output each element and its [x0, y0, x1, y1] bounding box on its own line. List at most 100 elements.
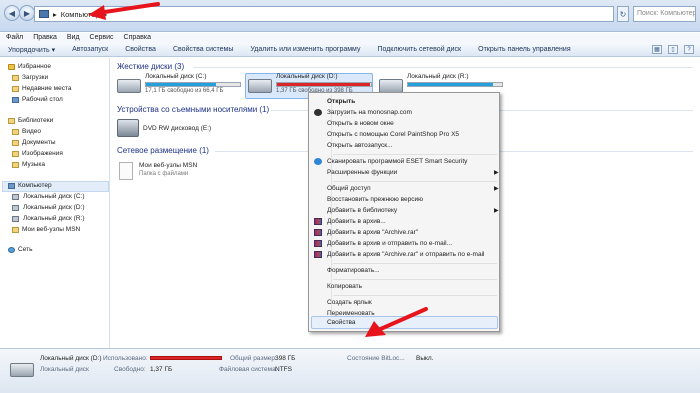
address-chevron-icon[interactable]: ▸	[104, 10, 108, 19]
sidebar-item-documents[interactable]: Документы	[12, 139, 56, 146]
address-location[interactable]: Компьютер	[61, 10, 100, 19]
sidebar-item-downloads[interactable]: Загрузки	[12, 74, 48, 81]
network-folder-type: Папка с файлами	[139, 171, 189, 177]
dvd-drive-item[interactable]: DVD RW дисковод (E:)	[117, 119, 211, 137]
menu-item-extended[interactable]: Расширенные функции ▶	[327, 169, 499, 176]
organize-button[interactable]: Упорядочить ▾	[8, 46, 55, 54]
sidebar-item-label: Библиотеки	[18, 117, 54, 124]
sidebar-item-libraries[interactable]: Библиотеки	[8, 117, 53, 124]
forward-arrow-icon: ▶	[23, 8, 31, 18]
menu-item-shortcut[interactable]: Создать ярлык	[327, 299, 372, 306]
menu-item-properties[interactable]: Свойства	[327, 319, 356, 326]
group-network[interactable]: Сетевое размещение (1)	[117, 146, 209, 155]
sidebar-item-network[interactable]: Сеть	[8, 246, 32, 253]
sidebar-item-label: Компьютер	[18, 182, 52, 189]
back-arrow-icon: ◀	[8, 8, 16, 18]
web-folder-icon	[12, 226, 19, 233]
menu-item-eset-scan[interactable]: Сканировать программой ESET Smart Securi…	[327, 158, 467, 165]
group-hard-disks[interactable]: Жесткие диски (3)	[117, 62, 184, 71]
details-fs-label: Файловая система:	[219, 366, 278, 373]
sidebar-item-music[interactable]: Музыка	[12, 161, 45, 168]
menu-item-open-autoplay[interactable]: Открыть автозапуск...	[327, 142, 393, 149]
sidebar-item-computer[interactable]: Компьютер	[8, 182, 52, 189]
drive-icon	[12, 215, 19, 222]
search-input[interactable]: Поиск: Компьютер	[633, 6, 696, 22]
view-controls: ▦ ▯ ?	[652, 45, 694, 54]
sidebar-item-label: Локальный диск (C:)	[23, 193, 85, 200]
menu-tools[interactable]: Сервис	[90, 33, 114, 43]
refresh-button[interactable]: ↻	[617, 6, 629, 22]
sidebar-item-label: Недавние места	[22, 85, 72, 92]
map-drive-button[interactable]: Подключить сетевой диск	[377, 46, 461, 53]
forward-button[interactable]: ▶	[19, 5, 35, 21]
command-bar: Упорядочить ▾ Автозапуск Свойства Свойст…	[0, 43, 700, 57]
sidebar-item-images[interactable]: Изображения	[12, 150, 63, 157]
video-icon	[12, 128, 19, 135]
system-properties-button[interactable]: Свойства системы	[173, 46, 233, 53]
menu-item-format[interactable]: Форматировать...	[327, 267, 380, 274]
uninstall-button[interactable]: Удалить или изменить программу	[250, 46, 360, 53]
network-folder-item[interactable]: Мои веб-узлы MSN Папка с файлами	[119, 162, 197, 180]
star-icon	[8, 63, 15, 70]
details-bitlocker-label: Состояние BitLoc...	[347, 355, 405, 362]
sidebar-item-disk-r[interactable]: Локальный диск (R:)	[12, 215, 85, 222]
sidebar-item-label: Изображения	[22, 150, 63, 157]
menu-item-open-corel[interactable]: Открыть с помощью Corel PaintShop Pro X5	[327, 131, 459, 138]
help-button[interactable]: ?	[684, 45, 694, 54]
drive-icon	[12, 193, 19, 200]
sidebar-item-disk-d[interactable]: Локальный диск (D:)	[12, 204, 85, 211]
menu-help[interactable]: Справка	[124, 33, 151, 43]
menu-item-restore[interactable]: Восстановить прежнюю версию	[327, 196, 423, 203]
menu-item-label: Общий доступ	[327, 185, 371, 192]
title-bar: ◀ ▶ ▸ Компьютер ▸ ↻ Поиск: Компьютер	[0, 0, 700, 32]
menu-bar: Файл Правка Вид Сервис Справка	[0, 33, 700, 43]
properties-button[interactable]: Свойства	[125, 46, 156, 53]
preview-pane-button[interactable]: ▯	[668, 45, 678, 54]
sidebar-item-favorites[interactable]: Избранное	[8, 63, 51, 70]
menu-item-share[interactable]: Общий доступ ▶	[327, 185, 499, 192]
menu-item-open[interactable]: Открыть	[327, 98, 355, 105]
view-icon: ▦	[654, 47, 660, 53]
group-removable[interactable]: Устройства со съемными носителями (1)	[117, 105, 269, 114]
sidebar-item-recent[interactable]: Недавние места	[12, 85, 72, 92]
autoplay-button[interactable]: Автозапуск	[72, 46, 108, 53]
sidebar-item-label: Видео	[22, 128, 41, 135]
winrar-icon	[314, 218, 322, 225]
menu-separator	[333, 154, 497, 155]
drive-item-d[interactable]: Локальный диск (D:) 1,37 ГБ свободно из …	[248, 73, 372, 94]
control-panel-button[interactable]: Открыть панель управления	[478, 46, 571, 53]
recent-places-icon	[12, 85, 19, 92]
menu-item-add-library[interactable]: Добавить в библиотеку ▶	[327, 207, 499, 214]
sidebar-item-msn[interactable]: Мои веб-узлы MSN	[12, 226, 80, 233]
sidebar-item-video[interactable]: Видео	[12, 128, 41, 135]
monosnap-icon	[314, 109, 322, 116]
drive-usage-bar	[145, 82, 241, 87]
drive-item-r[interactable]: Локальный диск (R:)	[379, 73, 503, 93]
sidebar-item-disk-c[interactable]: Локальный диск (C:)	[12, 193, 85, 200]
hard-drive-icon	[10, 363, 34, 377]
menu-item-copy[interactable]: Копировать	[327, 283, 362, 290]
sidebar-item-desktop[interactable]: Рабочий стол	[12, 96, 63, 103]
menu-item-add-archive-rar[interactable]: Добавить в архив "Archive.rar"	[327, 229, 418, 236]
sidebar-item-label: Локальный диск (R:)	[23, 215, 85, 222]
menu-item-add-archive[interactable]: Добавить в архив...	[327, 218, 386, 225]
menu-view[interactable]: Вид	[67, 33, 80, 43]
details-total-label: Общий размер:	[230, 355, 277, 362]
menu-item-add-archive-email[interactable]: Добавить в архив и отправить по e-mail..…	[327, 240, 452, 247]
menu-item-label: Добавить в библиотеку	[327, 207, 398, 214]
pane-icon: ▯	[671, 47, 675, 53]
drive-item-c[interactable]: Локальный диск (C:) 17,1 ГБ свободно из …	[117, 73, 241, 94]
menu-item-monosnap[interactable]: Загрузить на monosnap.com	[327, 109, 412, 116]
drive-usage-bar	[276, 82, 372, 87]
menu-separator	[333, 181, 497, 182]
libraries-icon	[8, 117, 15, 124]
menu-item-add-rar-email[interactable]: Добавить в архив "Archive.rar" и отправи…	[327, 251, 484, 258]
back-button[interactable]: ◀	[4, 5, 20, 21]
view-options-button[interactable]: ▦	[652, 45, 662, 54]
address-bar[interactable]: ▸ Компьютер ▸	[34, 6, 614, 22]
menu-item-open-new-window[interactable]: Открыть в новом окне	[327, 120, 394, 127]
dvd-drive-icon	[117, 119, 139, 137]
menu-edit[interactable]: Правка	[33, 33, 57, 43]
menu-file[interactable]: Файл	[6, 33, 23, 43]
details-free-value: 1,37 ГБ	[150, 366, 173, 373]
